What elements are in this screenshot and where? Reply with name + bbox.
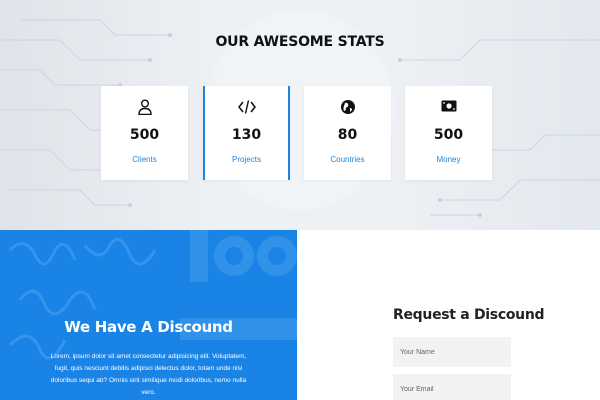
discount-panel: We Have A Discound Lorem, ipsum dolor si… <box>0 230 297 400</box>
stat-value: 130 <box>231 127 262 143</box>
stats-section: OUR AWESOME STATS 500 Clients 130 Projec… <box>0 0 600 230</box>
stats-title: OUR AWESOME STATS <box>215 34 385 50</box>
user-icon <box>101 99 188 119</box>
discount-description: Lorem, ipsum dolor sit amet consectetur … <box>50 353 247 396</box>
stat-card-clients: 500 Clients <box>101 86 188 180</box>
request-title: Request a Discound <box>393 307 545 323</box>
stat-card-money: 500 Money <box>405 86 492 180</box>
stat-label: Clients <box>132 155 157 164</box>
stat-value: 80 <box>337 127 358 143</box>
stat-value: 500 <box>129 127 160 143</box>
name-field[interactable] <box>393 337 511 367</box>
email-field[interactable] <box>393 374 511 400</box>
globe-icon <box>304 99 391 119</box>
stat-card-projects: 130 Projects <box>203 86 290 180</box>
stat-value: 500 <box>433 127 464 143</box>
money-icon <box>405 99 492 119</box>
stat-label: Money <box>436 155 461 164</box>
code-icon <box>205 99 288 119</box>
stat-card-countries: 80 Countries <box>304 86 391 180</box>
stat-label: Projects <box>232 155 261 164</box>
request-form-section: Request a Discound <box>297 230 600 400</box>
stat-label: Countries <box>330 155 365 164</box>
discount-title: We Have A Discound <box>64 318 233 336</box>
